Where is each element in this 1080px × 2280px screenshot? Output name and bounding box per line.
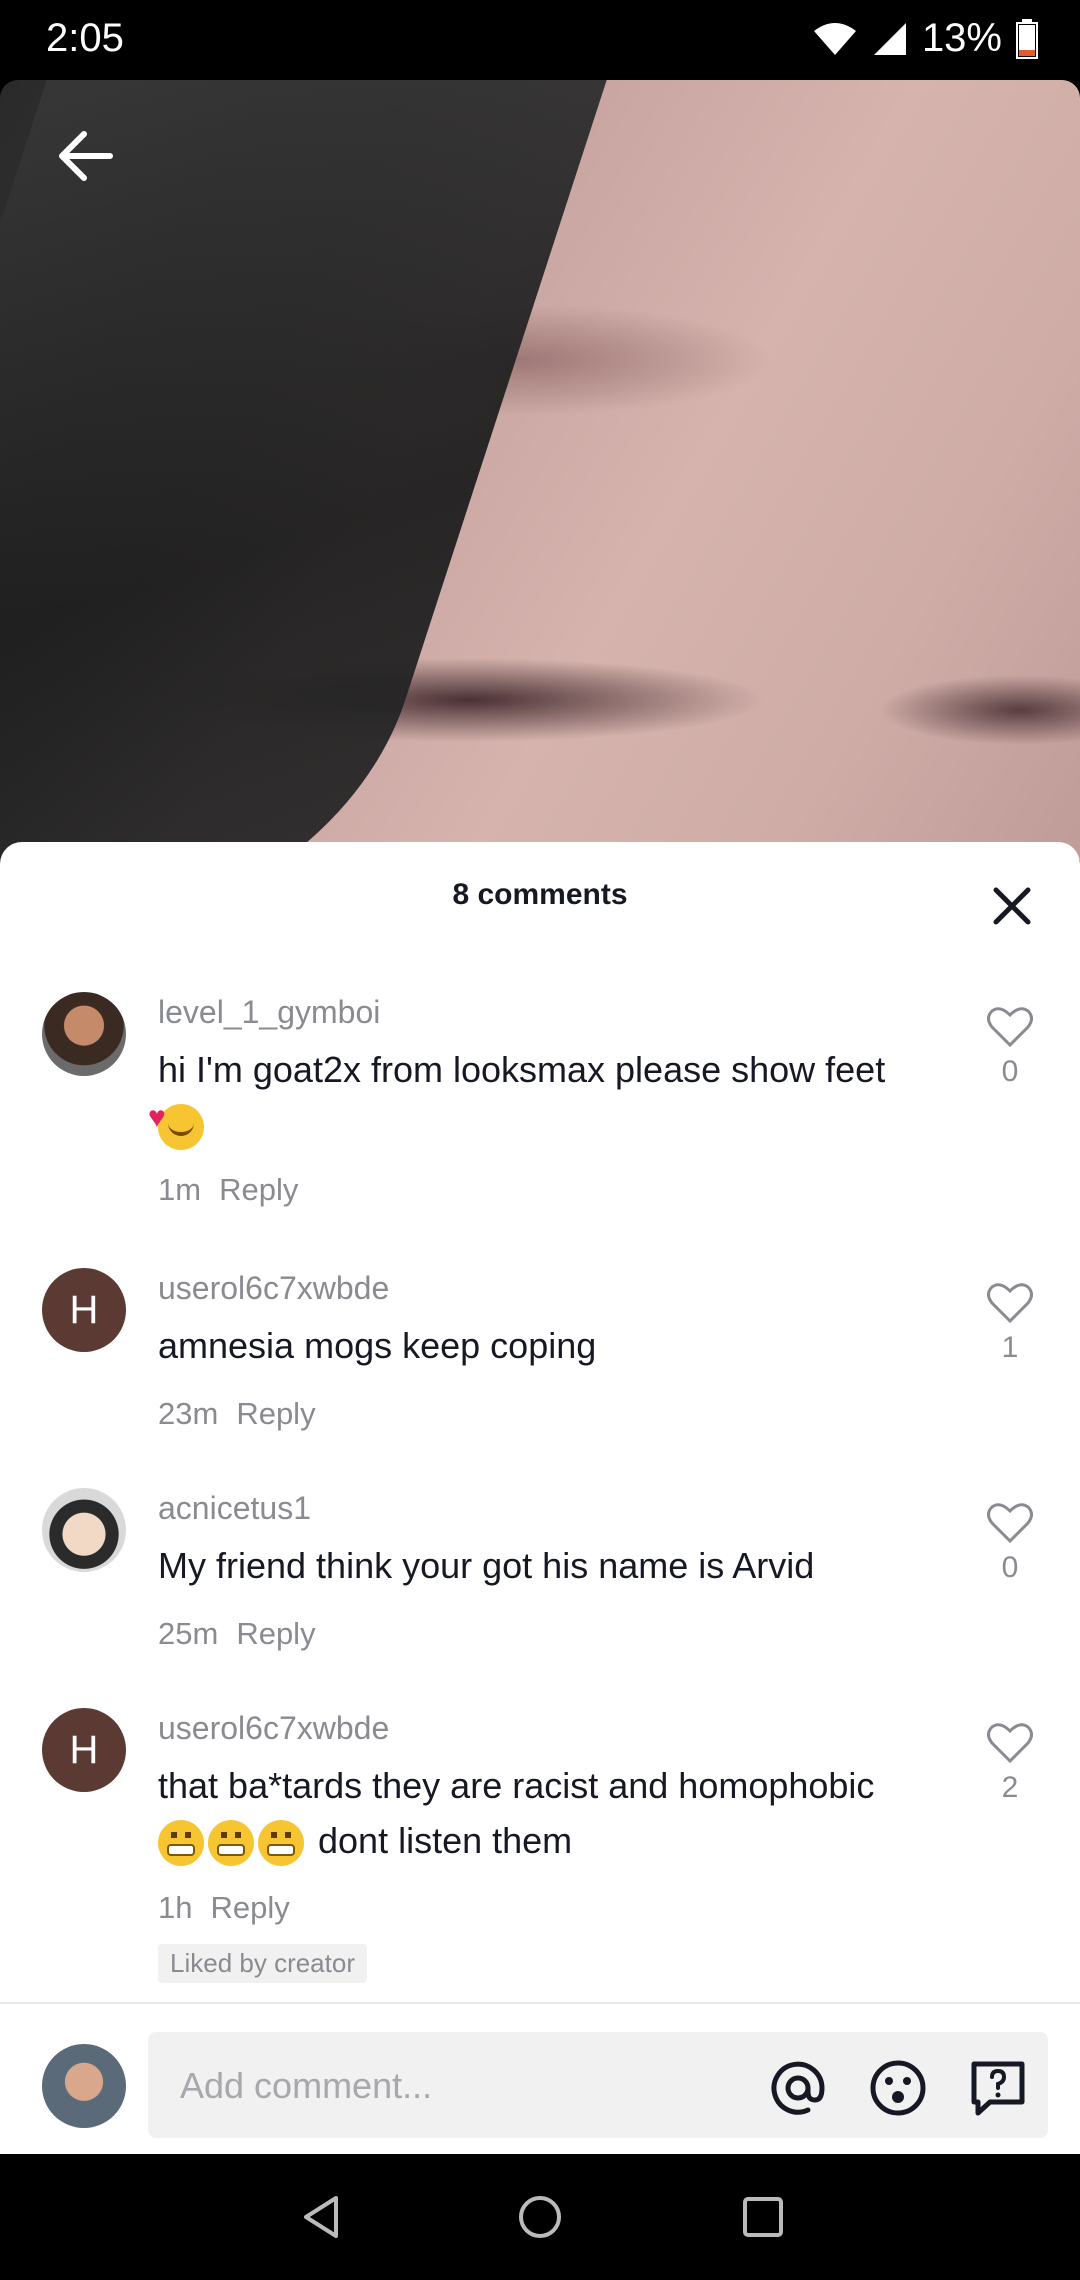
heart-icon — [987, 1723, 1033, 1764]
video-preview[interactable] — [0, 80, 1080, 860]
back-arrow-icon[interactable] — [50, 120, 122, 192]
like-count: 2 — [1001, 1771, 1019, 1804]
like-button[interactable]: 0 — [980, 1006, 1040, 1089]
reply-button[interactable]: Reply — [210, 1890, 289, 1925]
comment-text-content: hi I'm goat2x from looksmax please show … — [158, 1049, 886, 1090]
heart-icon — [987, 1503, 1033, 1544]
comment-meta: 1m Reply — [158, 1172, 298, 1208]
comment-username[interactable]: level_1_gymboi — [158, 994, 380, 1031]
comment-time: 25m — [158, 1616, 219, 1651]
comment-time: 1m — [158, 1172, 202, 1207]
like-button[interactable]: 0 — [980, 1502, 1040, 1585]
grimacing-emoji-icon — [208, 1820, 254, 1867]
nav-recents-icon[interactable] — [738, 2192, 788, 2242]
status-icons: 13% — [812, 16, 1038, 61]
grimacing-emoji-icon — [158, 1820, 204, 1867]
nav-home-icon[interactable] — [515, 2192, 565, 2242]
comment-time: 23m — [158, 1396, 219, 1431]
heart-icon — [987, 1007, 1033, 1048]
comment-meta: 25m Reply — [158, 1616, 316, 1652]
comment-username[interactable]: acnicetus1 — [158, 1490, 311, 1527]
like-count: 0 — [1001, 1055, 1019, 1088]
battery-icon — [1016, 18, 1038, 59]
reply-button[interactable]: Reply — [219, 1172, 298, 1207]
comment-text: amnesia mogs keep coping — [158, 1325, 597, 1366]
avatar[interactable]: H — [42, 1708, 126, 1792]
comment-username[interactable]: userol6c7xwbde — [158, 1710, 389, 1747]
question-icon[interactable] — [968, 2058, 1028, 2118]
comments-list[interactable]: level_1_gymboi hi I'm goat2x from looksm… — [0, 962, 1080, 2042]
like-button[interactable]: 2 — [980, 1722, 1040, 1805]
reply-button[interactable]: Reply — [236, 1616, 315, 1651]
comment-text: that ba*tards they are racist and homoph… — [158, 1758, 948, 1868]
liked-by-creator-badge: Liked by creator — [158, 1944, 367, 1983]
video-frame — [0, 80, 627, 860]
comment-input[interactable] — [178, 2032, 742, 2140]
nav-back-icon[interactable] — [296, 2192, 346, 2242]
comment-meta: 1h Reply — [158, 1890, 290, 1926]
avatar[interactable] — [42, 1488, 126, 1572]
comment-text-end: dont listen them — [318, 1820, 573, 1861]
emoji-icon[interactable] — [868, 2058, 928, 2118]
close-icon[interactable] — [990, 884, 1034, 928]
at-icon[interactable] — [768, 2058, 828, 2118]
system-nav-bar — [0, 2154, 1080, 2280]
status-time: 2:05 — [46, 16, 124, 60]
like-button[interactable]: 1 — [980, 1282, 1040, 1365]
comment-text-content: that ba*tards they are racist and homoph… — [158, 1765, 875, 1806]
comments-sheet: 8 comments level_1_gymboi hi I'm goat2x … — [0, 842, 1080, 2154]
comment-text: My friend think your got his name is Arv… — [158, 1545, 815, 1586]
comment-input-bar — [0, 2004, 1080, 2152]
comment-text: hi I'm goat2x from looksmax please show … — [148, 1042, 948, 1152]
comment-meta: 23m Reply — [158, 1396, 316, 1432]
grimacing-emoji-icon — [258, 1820, 304, 1867]
like-count: 1 — [1001, 1331, 1019, 1364]
smiling-hearts-emoji-icon — [148, 1090, 204, 1151]
avatar[interactable]: H — [42, 1268, 126, 1352]
avatar[interactable] — [42, 992, 126, 1076]
like-count: 0 — [1001, 1551, 1019, 1584]
my-avatar[interactable] — [42, 2044, 126, 2128]
comment-username[interactable]: userol6c7xwbde — [158, 1270, 389, 1307]
signal-icon — [873, 22, 906, 55]
wifi-icon — [813, 22, 856, 55]
comments-count-title: 8 comments — [452, 878, 628, 911]
comment-input-box[interactable] — [148, 2032, 1048, 2140]
battery-percent: 13% — [921, 16, 1002, 60]
reply-button[interactable]: Reply — [236, 1396, 315, 1431]
comment-time: 1h — [158, 1890, 193, 1925]
heart-icon — [987, 1283, 1033, 1324]
status-bar: 2:05 13% — [0, 0, 1080, 80]
